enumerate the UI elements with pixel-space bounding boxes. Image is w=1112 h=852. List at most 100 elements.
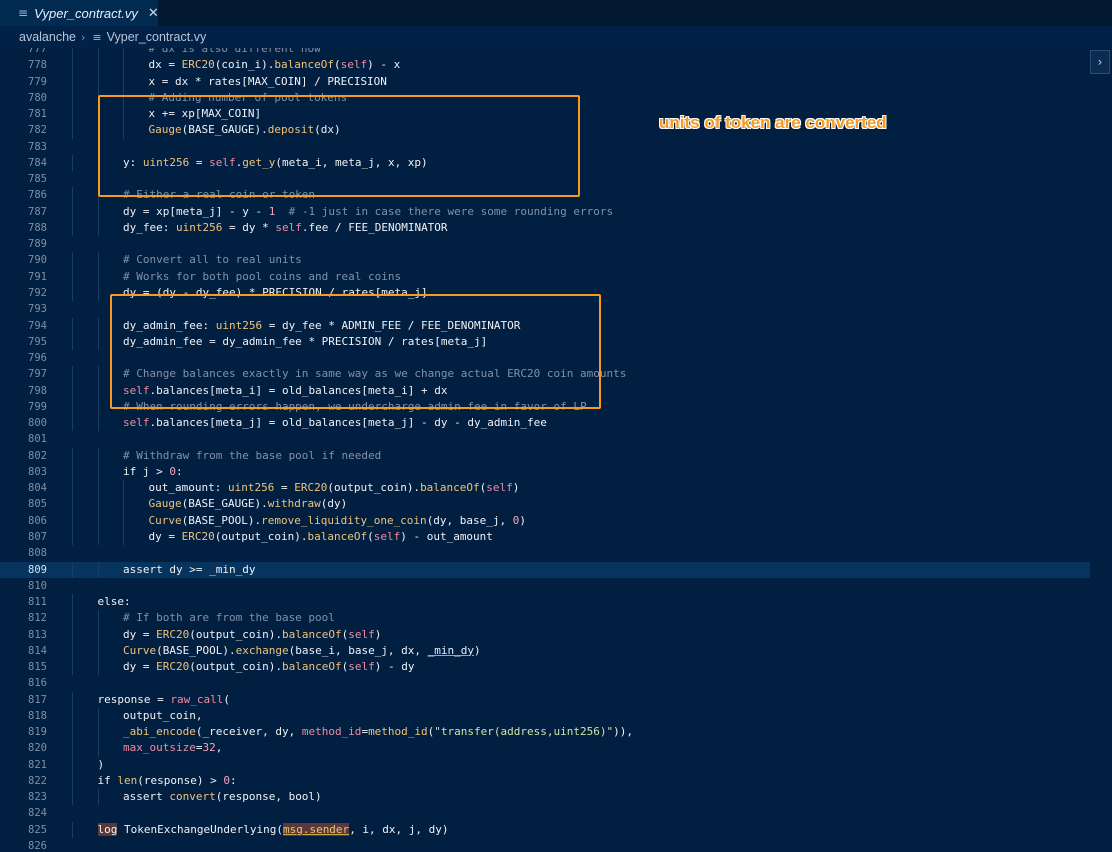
code-line[interactable]: 823 assert convert(response, bool) <box>0 789 1090 806</box>
code-line[interactable]: 788 dy_fee: uint256 = dy * self.fee / FEE… <box>0 219 1090 237</box>
breadcrumb-folder[interactable]: avalanche <box>19 30 76 44</box>
tab-vyper-contract[interactable]: ≡ Vyper_contract.vy ✕ <box>0 0 159 26</box>
code-line[interactable]: 804 out_amount: uint256 = ERC20(output_co… <box>0 480 1090 497</box>
code-line[interactable]: 819 _abi_encode(_receiver, dy, method_id=… <box>0 724 1090 741</box>
code-line[interactable]: 777 # dx is also different now <box>0 48 1090 58</box>
code-line[interactable]: 811 else: <box>0 594 1090 611</box>
line-number: 816 <box>28 677 47 690</box>
line-number: 785 <box>28 173 47 186</box>
code-line[interactable]: 817 response = raw_call( <box>0 691 1090 708</box>
chevron-right-icon[interactable]: › <box>1090 50 1110 74</box>
code-line[interactable]: 820 max_outsize=32, <box>0 740 1090 757</box>
code-line[interactable]: 818 output_coin, <box>0 707 1090 725</box>
code-token: ) <box>519 513 527 527</box>
code-line[interactable]: 821) <box>0 756 1090 773</box>
indent-guide <box>72 512 73 529</box>
code-line[interactable]: 824 <box>0 805 1090 821</box>
code-token: ) <box>474 643 481 657</box>
line-number: 802 <box>28 449 47 462</box>
code-token: exchange <box>235 643 289 657</box>
close-icon[interactable]: ✕ <box>148 6 159 21</box>
code-line[interactable]: 812 # If both are from the base pool <box>0 610 1090 627</box>
indent-guide <box>97 659 99 676</box>
code-text: max_outsize=32, <box>123 740 222 756</box>
code-editor[interactable]: 777 # dx is also different now 778 dx = ERC… <box>0 48 1112 852</box>
code-token: - <box>454 416 461 430</box>
line-number: 815 <box>28 661 47 674</box>
code-line[interactable]: 802 # Withdraw from the base pool if need… <box>0 447 1090 464</box>
indent-guide <box>97 496 99 513</box>
indent-guide <box>97 398 99 416</box>
indent-guide <box>72 610 73 627</box>
code-token: if <box>97 773 118 787</box>
code-line[interactable]: 810 <box>0 578 1090 594</box>
code-line[interactable]: 805 Gauge(BASE_GAUGE).withdraw(dy) <box>0 496 1090 513</box>
code-line[interactable]: 808 <box>0 545 1090 561</box>
line-number: 797 <box>28 368 47 381</box>
code-line[interactable]: 822 if len(response) > 0: <box>0 772 1090 790</box>
code-token: ) <box>374 627 382 641</box>
indent-guide <box>97 642 99 660</box>
indent-guide <box>97 707 99 725</box>
indent-guide <box>97 740 99 757</box>
code-text: Curve(BASE_POOL).exchange(base_i, base_j… <box>123 643 481 659</box>
code-token: raw_call <box>170 692 224 706</box>
code-token: assert dy >= _min_dy <box>123 562 256 576</box>
line-number: 781 <box>28 108 47 121</box>
code-line[interactable]: 790 # Convert all to real units <box>0 252 1090 269</box>
code-token: # dx is also different now <box>148 48 321 55</box>
code-line[interactable]: 814 Curve(BASE_POOL).exchange(base_i, bas… <box>0 642 1090 660</box>
indent-guide <box>72 463 73 481</box>
indent-guide <box>72 626 73 643</box>
code-text: # Works for both pool coins and real coi… <box>123 269 401 285</box>
code-token: self <box>123 416 150 430</box>
code-token: y <box>235 204 256 218</box>
line-number: 789 <box>28 238 47 251</box>
highlight-box-dx-conversion <box>98 95 580 197</box>
code-line[interactable]: 809 assert dy >= _min_dy <box>0 561 1090 578</box>
tab-label: Vyper_contract.vy <box>34 5 138 21</box>
code-token: # If both are from the base pool <box>123 611 335 625</box>
code-line[interactable]: 803 if j > 0: <box>0 463 1090 481</box>
code-line[interactable]: 789 <box>0 236 1090 252</box>
code-token: output_coin, <box>123 708 203 722</box>
code-line[interactable]: 791 # Works for both pool coins and real … <box>0 268 1090 285</box>
line-number: 819 <box>28 726 47 739</box>
indent-guide <box>97 317 99 334</box>
code-text: Curve(BASE_POOL).remove_liquidity_one_co… <box>149 513 527 529</box>
code-line[interactable]: 816 <box>0 675 1090 691</box>
file-lines-icon: ≡ <box>18 6 29 20</box>
code-line[interactable]: 778 dx = ERC20(coin_i).balanceOf(self) - … <box>0 57 1090 74</box>
indent-guide <box>97 610 99 627</box>
code-text: dx = ERC20(coin_i).balanceOf(self) - x <box>149 57 401 73</box>
breadcrumb-file[interactable]: Vyper_contract.vy <box>107 30 207 44</box>
line-number: 783 <box>28 140 47 153</box>
line-number: 811 <box>28 596 47 609</box>
indent-guide <box>72 821 73 839</box>
code-token: 0 <box>169 464 176 478</box>
code-line[interactable]: 787 dy = xp[meta_j] - y - 1 # -1 just in … <box>0 203 1090 220</box>
code-line[interactable]: 813 dy = ERC20(output_coin).balanceOf(sel… <box>0 626 1090 643</box>
code-token: (BASE_POOL). <box>156 643 236 657</box>
code-token: len <box>117 773 138 787</box>
code-text: output_coin, <box>123 708 202 724</box>
indent-guide <box>72 659 73 676</box>
code-token: Gauge <box>148 497 182 511</box>
indent-guide <box>72 691 73 708</box>
line-number: 810 <box>28 579 47 592</box>
line-number: 792 <box>28 286 47 299</box>
code-token: dy <box>394 660 415 674</box>
code-line[interactable]: 801 <box>0 431 1090 447</box>
line-number: 790 <box>28 254 47 267</box>
code-text: if j > 0: <box>123 464 183 480</box>
code-line[interactable]: 826 <box>0 838 1090 852</box>
code-line[interactable]: 800 self.balances[meta_j] = old_balances[… <box>0 415 1090 432</box>
code-line[interactable]: 806 Curve(BASE_POOL).remove_liquidity_one… <box>0 512 1090 529</box>
code-token: 32 <box>202 741 216 755</box>
code-line[interactable]: 807 dy = ERC20(output_coin).balanceOf(sel… <box>0 528 1090 546</box>
code-line[interactable]: 825 log TokenExchangeUnderlying(msg.sende… <box>0 821 1090 839</box>
indent-guide <box>72 333 73 351</box>
code-line[interactable]: 815 dy = ERC20(output_coin).balanceOf(sel… <box>0 659 1090 676</box>
code-line[interactable]: 779 x = dx * rates[MAX_COIN] / PRECISION <box>0 73 1090 90</box>
